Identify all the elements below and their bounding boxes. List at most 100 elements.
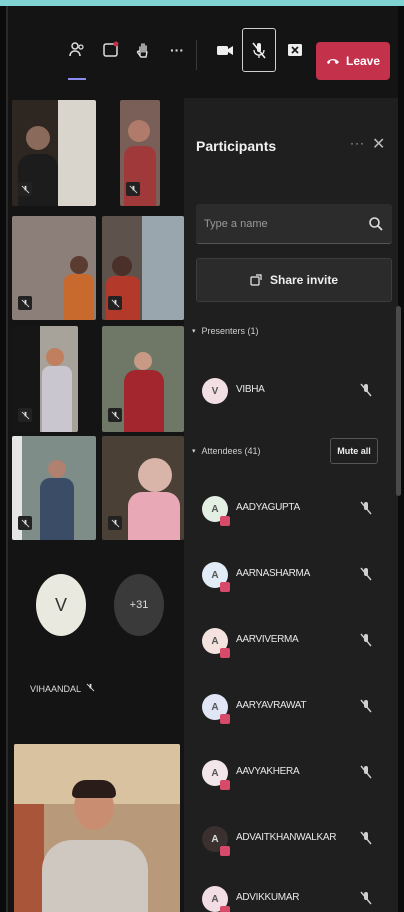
person-head (26, 126, 50, 150)
status-badge (220, 582, 230, 592)
mic-off-icon[interactable] (358, 890, 374, 906)
video-tile[interactable] (12, 216, 96, 320)
panel-scrollbar[interactable] (396, 306, 401, 496)
mic-off-icon[interactable] (358, 698, 374, 714)
participant-name: AADYAGUPTA (236, 502, 300, 513)
person-body (42, 840, 148, 912)
share-screen-button[interactable] (278, 28, 312, 72)
video-tile[interactable] (102, 436, 184, 540)
camera-icon (217, 46, 233, 55)
more-button[interactable]: ··· (160, 28, 194, 72)
person-hair (72, 780, 116, 798)
mic-button[interactable] (242, 28, 276, 72)
share-invite-icon (250, 274, 262, 286)
mic-off-icon (21, 185, 29, 193)
mute-all-button[interactable]: Mute all (330, 438, 378, 464)
raise-hand-icon (136, 43, 148, 58)
self-video-tile[interactable] (14, 744, 180, 912)
mic-muted-badge (108, 296, 122, 310)
toolbar-separator (196, 40, 197, 70)
participant-name: VIBHA (236, 384, 265, 395)
participant-name: AARNASHARMA (236, 568, 310, 579)
tile-background (142, 216, 184, 320)
person-head (46, 348, 64, 366)
mic-off-icon[interactable] (358, 566, 374, 582)
status-badge (220, 648, 230, 658)
participants-button[interactable] (60, 28, 94, 72)
mic-off-icon[interactable] (358, 830, 374, 846)
person-head (128, 120, 150, 142)
avatar-initial: A (211, 833, 219, 845)
avatar-initial: A (211, 701, 219, 713)
phone-hangup-icon (326, 59, 339, 64)
person-body (124, 370, 164, 432)
status-badge (220, 714, 230, 724)
mic-off-icon (129, 185, 137, 193)
mic-off-icon[interactable] (358, 632, 374, 648)
participant-row[interactable]: V VIBHA (192, 368, 388, 416)
person-body (40, 478, 74, 540)
participant-row[interactable]: A AADYAGUPTA (192, 486, 388, 534)
mic-off-icon[interactable] (358, 500, 374, 516)
share-invite-button[interactable]: Share invite (196, 258, 392, 302)
person-head (138, 458, 172, 492)
video-tile[interactable] (120, 100, 160, 206)
more-icon: ··· (170, 42, 184, 58)
chat-button[interactable] (94, 28, 128, 72)
person-head (112, 256, 132, 276)
status-badge (220, 780, 230, 790)
leave-label: Leave (345, 54, 381, 68)
meeting-window: ··· Leave V VIHAANDAL +31 Participants ·… (6, 6, 401, 912)
video-tile[interactable] (12, 100, 96, 206)
presenters-label: Presenters (1) (201, 326, 259, 336)
participant-row[interactable]: A AAVYAKHERA (192, 750, 388, 798)
person-body (42, 366, 72, 432)
presenters-section-header[interactable]: ▾ Presenters (1) (192, 326, 259, 336)
video-tile[interactable] (12, 326, 78, 432)
mic-off-icon[interactable] (358, 764, 374, 780)
participants-active-indicator (68, 78, 86, 80)
participant-name: VIHAANDAL (30, 684, 81, 694)
overflow-participants-badge[interactable]: +31 (114, 574, 164, 636)
mic-off-icon (252, 42, 266, 59)
person-body (128, 492, 180, 540)
person-head (134, 352, 152, 370)
participant-row[interactable]: A ADVAITKHANWALKAR (192, 816, 388, 864)
video-tile[interactable] (102, 326, 184, 432)
participant-name: AARVIVERMA (236, 634, 299, 645)
chat-icon (103, 41, 119, 57)
mic-off-icon (111, 519, 119, 527)
camera-button[interactable] (208, 28, 242, 72)
participant-row[interactable]: A AARYAVRAWAT (192, 684, 388, 732)
mic-off-icon (21, 411, 29, 419)
attendees-section-header[interactable]: ▾ Attendees (41) (192, 446, 261, 456)
video-tile[interactable] (102, 216, 184, 320)
video-tile[interactable] (12, 436, 96, 540)
avatar-initial: V (211, 385, 219, 397)
raise-hand-button[interactable] (126, 28, 160, 72)
mic-off-icon (111, 411, 119, 419)
leave-button[interactable]: Leave (316, 42, 390, 80)
search-input[interactable] (204, 214, 354, 234)
participant-avatar[interactable]: V (36, 574, 86, 636)
person-head (70, 256, 88, 274)
participant-row[interactable]: A ADVIKKUMAR (192, 876, 388, 912)
chevron-down-icon: ▾ (192, 448, 196, 455)
avatar-initial: A (211, 635, 219, 647)
tile-background (14, 804, 44, 912)
participants-panel: Participants ··· ✕ Share invite ▾ Presen… (184, 98, 398, 912)
avatar-initial: A (211, 569, 219, 581)
participant-row[interactable]: A AARNASHARMA (192, 552, 388, 600)
mic-off-icon (21, 519, 29, 527)
chevron-down-icon: ▾ (192, 328, 196, 335)
tile-background (58, 100, 96, 206)
avatar: V (202, 378, 228, 404)
participant-search (196, 204, 392, 244)
mic-muted-badge (18, 182, 32, 196)
participant-row[interactable]: A AARVIVERMA (192, 618, 388, 666)
attendees-label: Attendees (41) (201, 446, 261, 456)
close-icon[interactable]: ✕ (372, 134, 385, 154)
search-icon[interactable] (368, 216, 384, 232)
mic-off-icon[interactable] (358, 382, 374, 398)
panel-more-button[interactable]: ··· (350, 136, 365, 150)
